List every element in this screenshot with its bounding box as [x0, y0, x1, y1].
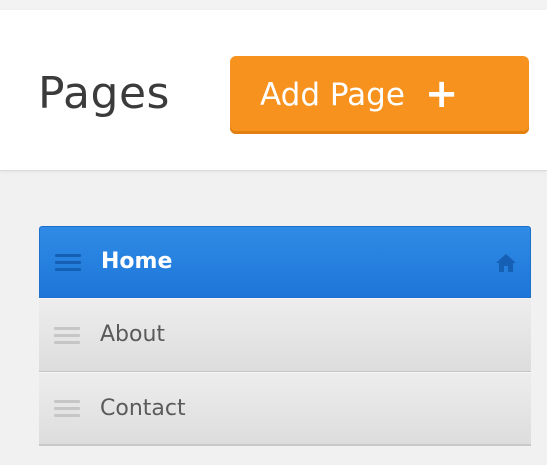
home-icon [496, 254, 516, 272]
drag-handle-icon[interactable] [54, 396, 80, 421]
page-item-label: Home [101, 249, 173, 274]
plus-icon: + [424, 71, 459, 117]
page-item-label: Contact [100, 395, 186, 421]
page-item-home[interactable]: Home [39, 226, 531, 298]
page-title: Pages [38, 68, 170, 119]
page-item-contact[interactable]: Contact [39, 372, 531, 446]
page-header: Pages Add Page + [0, 10, 547, 171]
add-page-button[interactable]: Add Page + [230, 56, 529, 134]
add-page-button-label: Add Page [260, 77, 405, 113]
drag-handle-icon[interactable] [55, 250, 81, 275]
page-item-about[interactable]: About [39, 298, 531, 372]
page-item-label: About [100, 322, 166, 347]
drag-handle-icon[interactable] [54, 323, 80, 348]
top-strip [0, 0, 547, 10]
pages-list: Home About Contact [39, 226, 531, 446]
